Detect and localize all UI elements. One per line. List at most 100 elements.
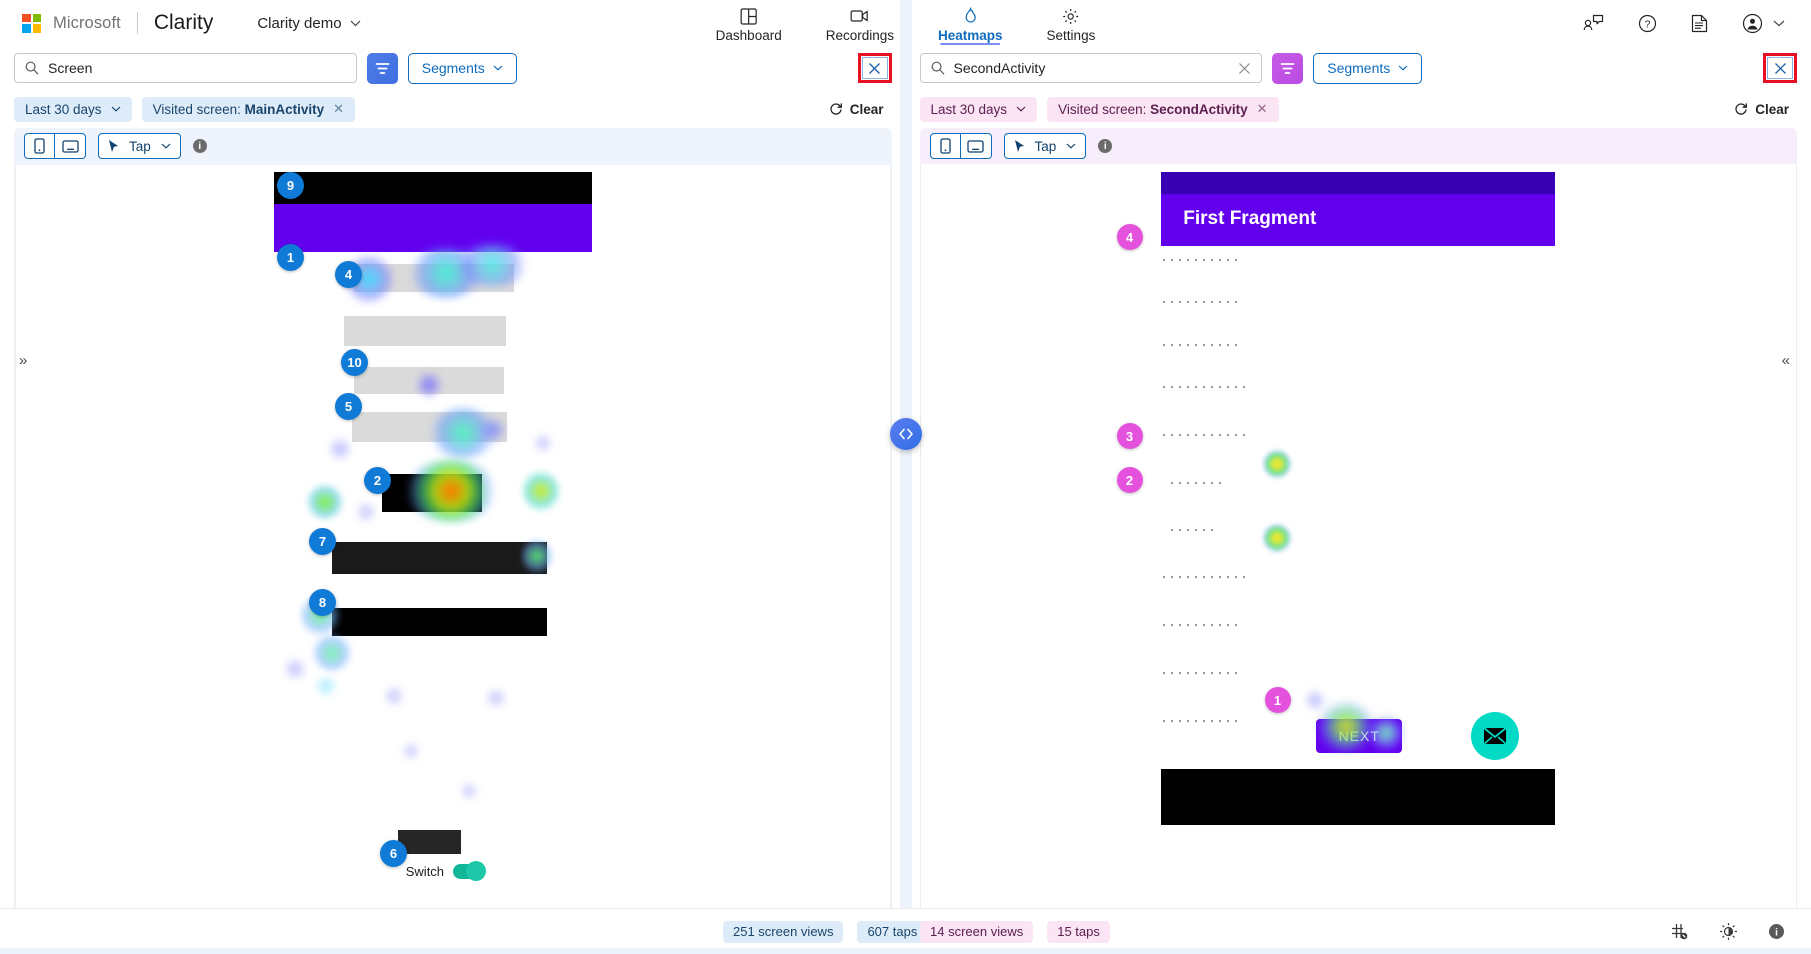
chevron-down-icon	[1066, 143, 1076, 149]
right-heat-marker-3[interactable]: 3	[1116, 423, 1143, 449]
account-menu[interactable]	[1742, 13, 1785, 34]
left-segments-label: Segments	[421, 60, 485, 76]
heatmap-comparison-panes: Segments Last 30 days Visited screen: Ma…	[0, 0, 1811, 954]
refresh-icon	[830, 103, 842, 115]
right-email-fab[interactable]	[1471, 712, 1520, 760]
right-visited-screen-chip[interactable]: Visited screen: SecondActivity ✕	[1047, 96, 1279, 122]
right-search-input[interactable]	[953, 60, 1230, 76]
left-heat-marker-9[interactable]: 9	[277, 172, 304, 199]
clear-x-icon[interactable]	[1238, 62, 1251, 75]
bottom-status-bar: 251 screen views 607 taps 14 screen view…	[0, 908, 1811, 954]
right-device-tablet-button[interactable]	[960, 133, 992, 159]
right-clear-button[interactable]: Clear	[1734, 102, 1797, 117]
nav-item-dashboard[interactable]: Dashboard	[716, 0, 782, 46]
left-stats-group: 251 screen views 607 taps	[723, 920, 928, 943]
left-visited-screen-chip[interactable]: Visited screen: MainActivity ✕	[141, 96, 356, 122]
left-black-block	[381, 474, 482, 512]
right-device-mobile-button[interactable]	[929, 133, 961, 159]
right-info-icon[interactable]: i	[1098, 139, 1113, 153]
code-brackets-icon	[898, 428, 913, 440]
right-heatmap-canvas[interactable]: « First Fragment NEXT 4 3 2 1	[919, 164, 1797, 954]
right-stats-group: 14 screen views 15 taps	[920, 920, 1110, 943]
left-black-block	[397, 830, 461, 854]
heat-blob	[399, 740, 422, 762]
envelope-icon	[1483, 727, 1507, 745]
project-selector[interactable]: Clarity demo	[257, 15, 360, 32]
nav-item-settings[interactable]: Settings	[1046, 0, 1096, 46]
right-search-box[interactable]	[919, 53, 1263, 83]
remove-chip-icon[interactable]: ✕	[333, 101, 344, 117]
right-visited-value: SecondActivity	[1150, 101, 1248, 117]
refresh-icon	[1735, 103, 1748, 115]
close-icon	[861, 57, 888, 79]
chevron-down-icon	[493, 65, 503, 71]
left-filter-button[interactable]	[366, 52, 398, 84]
left-segments-button[interactable]: Segments	[407, 52, 517, 84]
left-heat-marker-4[interactable]: 4	[335, 261, 362, 288]
left-interaction-type-select[interactable]: Tap	[98, 133, 181, 159]
left-heat-marker-8[interactable]: 8	[309, 589, 336, 616]
left-pane: Segments Last 30 days Visited screen: Ma…	[0, 46, 906, 954]
left-black-block	[331, 608, 547, 636]
left-close-pane-button-highlighted[interactable]	[857, 53, 892, 83]
svg-text:?: ?	[1645, 18, 1651, 30]
right-visited-prefix: Visited screen:	[1058, 101, 1151, 117]
right-next-button[interactable]: NEXT	[1316, 719, 1403, 753]
brightness-icon[interactable]	[1719, 922, 1738, 941]
left-date-range-chip[interactable]: Last 30 days	[14, 96, 132, 122]
right-search-row: Segments	[905, 46, 1811, 90]
pane-splitter[interactable]	[889, 0, 922, 954]
left-clear-button[interactable]: Clear	[829, 102, 892, 117]
nav-label-settings: Settings	[1046, 27, 1096, 43]
chevron-down-icon	[350, 20, 360, 26]
left-heat-marker-7[interactable]: 7	[309, 528, 336, 555]
left-info-icon[interactable]: i	[192, 139, 207, 153]
left-heat-marker-10[interactable]: 10	[341, 349, 368, 376]
right-interaction-type-select[interactable]: Tap	[1003, 133, 1087, 159]
help-question-icon[interactable]: ?	[1638, 14, 1657, 33]
remove-chip-icon[interactable]: ✕	[1257, 101, 1268, 117]
left-visited-prefix: Visited screen:	[152, 101, 245, 117]
collapse-left-sidebar-icon[interactable]: »	[19, 352, 27, 369]
left-device-tablet-button[interactable]	[55, 133, 86, 159]
right-dotted-line	[1163, 434, 1246, 436]
right-heat-marker-2[interactable]: 2	[1116, 467, 1143, 493]
left-heat-marker-1[interactable]: 1	[277, 244, 304, 271]
splitter-handle[interactable]	[889, 418, 922, 450]
right-dotted-line	[1163, 576, 1246, 578]
right-dotted-line	[1163, 259, 1244, 261]
left-heat-marker-5[interactable]: 5	[335, 393, 362, 420]
left-screen-views-pill: 251 screen views	[723, 920, 844, 943]
right-heat-marker-1[interactable]: 1	[1264, 687, 1291, 713]
nav-item-heatmaps[interactable]: Heatmaps	[938, 0, 1003, 46]
right-taps-pill: 15 taps	[1047, 920, 1110, 943]
left-device-mobile-button[interactable]	[24, 133, 55, 159]
left-filter-chips: Last 30 days Visited screen: MainActivit…	[0, 90, 906, 128]
share-feedback-icon[interactable]	[1583, 14, 1604, 32]
right-dotted-line	[1163, 301, 1242, 303]
left-heat-marker-6[interactable]: 6	[380, 840, 407, 867]
right-date-range-chip[interactable]: Last 30 days	[919, 96, 1038, 122]
left-heat-marker-2[interactable]: 2	[364, 467, 391, 494]
hashtag-off-icon[interactable]	[1670, 922, 1689, 941]
right-screen-views-pill: 14 screen views	[920, 920, 1034, 943]
left-app-bar	[273, 204, 592, 252]
left-skeleton-row	[343, 316, 506, 346]
filter-icon	[375, 62, 390, 74]
collapse-right-sidebar-icon[interactable]: «	[1782, 352, 1790, 369]
right-heat-marker-4[interactable]: 4	[1116, 224, 1143, 250]
right-dotted-line	[1163, 672, 1244, 674]
documentation-icon[interactable]	[1691, 14, 1708, 33]
left-search-input[interactable]	[48, 60, 346, 76]
right-heatmap-toolbar: Tap i	[919, 128, 1797, 164]
info-icon[interactable]: i	[1768, 923, 1785, 940]
right-close-pane-button-highlighted[interactable]	[1763, 53, 1798, 83]
project-name: Clarity demo	[257, 14, 342, 32]
left-search-box[interactable]	[14, 53, 357, 83]
left-heatmap-canvas[interactable]: » Switch 9 1 4 10 5 2 7 8 6	[14, 164, 892, 954]
right-filter-button[interactable]	[1272, 52, 1304, 84]
left-switch-toggle[interactable]	[453, 861, 487, 881]
bottom-accent-strip	[0, 948, 1811, 954]
nav-item-recordings[interactable]: Recordings	[826, 0, 894, 46]
right-segments-button[interactable]: Segments	[1313, 52, 1423, 84]
